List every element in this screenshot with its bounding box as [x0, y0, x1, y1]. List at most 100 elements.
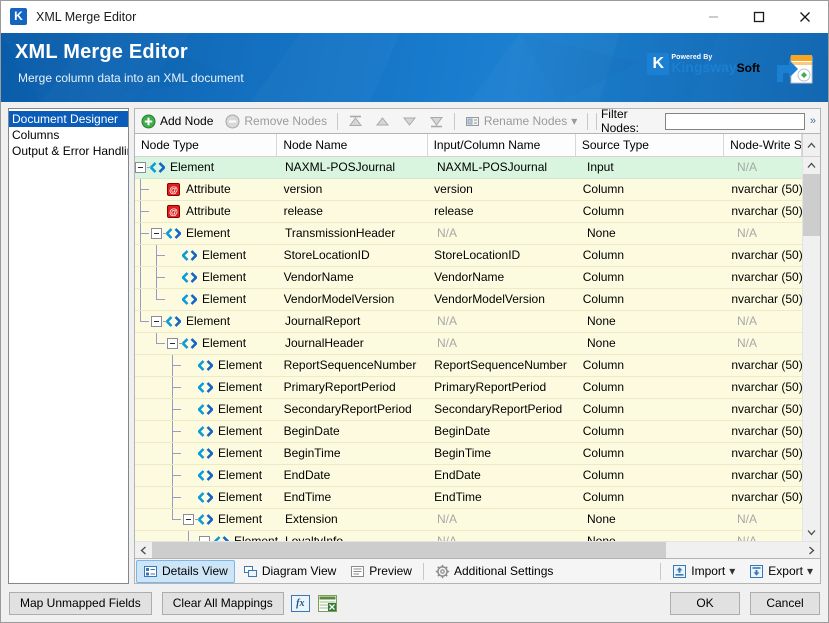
cell-node-name[interactable]: ReportSequenceNumber — [278, 355, 429, 376]
additional-settings-button[interactable]: Additional Settings — [429, 561, 559, 582]
column-header-input-column-name[interactable]: Input/Column Name — [427, 134, 576, 156]
toolbar-overflow-icon[interactable]: » — [810, 115, 816, 127]
table-row[interactable]: Element EndTime EndTime Column nvarchar (50) — [135, 487, 802, 509]
tab-preview[interactable]: Preview — [344, 561, 418, 582]
cell-node-name[interactable]: JournalHeader — [279, 333, 431, 354]
table-row[interactable]: Element ReportSequenceNumber ReportSequenc… — [135, 355, 802, 377]
sidebar-item-output-error-handling[interactable]: Output & Error Handling — [9, 143, 128, 159]
remove-nodes-button[interactable]: Remove Nodes — [219, 110, 333, 133]
scroll-right-button[interactable] — [803, 542, 820, 558]
tree-expander-collapse[interactable] — [135, 157, 151, 178]
cell-source-type[interactable]: Column — [577, 179, 726, 200]
map-unmapped-fields-button[interactable]: Map Unmapped Fields — [9, 591, 152, 615]
cell-source-type[interactable]: Column — [577, 201, 726, 222]
cell-node-name[interactable]: PrimaryReportPeriod — [278, 377, 429, 398]
move-to-bottom-button[interactable] — [423, 110, 450, 133]
table-row[interactable]: Element JournalReport N/A None N/A — [135, 311, 802, 333]
tree-expander-collapse[interactable] — [167, 333, 183, 354]
cell-input-column-name[interactable]: VendorName — [428, 267, 577, 288]
cell-source-type[interactable]: Column — [577, 355, 726, 376]
cell-node-write-setting[interactable]: N/A — [731, 223, 802, 244]
cell-input-column-name[interactable]: SecondaryReportPeriod — [428, 399, 577, 420]
cell-input-column-name[interactable]: NAXML-POSJournal — [431, 157, 581, 178]
cell-node-name[interactable]: SecondaryReportPeriod — [278, 399, 429, 420]
cell-input-column-name[interactable]: BeginTime — [428, 443, 577, 464]
column-header-source-type[interactable]: Source Type — [575, 134, 725, 156]
table-row[interactable]: Element NAXML-POSJournal NAXML-POSJournal I… — [135, 157, 802, 179]
cell-input-column-name[interactable]: VendorModelVersion — [428, 289, 577, 310]
cell-node-write-setting[interactable]: N/A — [731, 531, 802, 541]
cell-node-write-setting[interactable]: nvarchar (50) — [725, 245, 802, 266]
clear-all-mappings-button[interactable]: Clear All Mappings — [161, 591, 284, 615]
cell-node-name[interactable]: TransmissionHeader — [279, 223, 431, 244]
cell-node-write-setting[interactable]: nvarchar (50) — [725, 487, 802, 508]
table-row[interactable]: Element BeginDate BeginDate Column nvarchar … — [135, 421, 802, 443]
cell-node-name[interactable]: version — [278, 179, 429, 200]
cell-input-column-name[interactable]: EndTime — [428, 487, 577, 508]
scroll-left-button[interactable] — [135, 542, 152, 558]
cell-input-column-name[interactable]: N/A — [431, 311, 581, 332]
cell-input-column-name[interactable]: release — [428, 201, 577, 222]
cell-node-name[interactable]: EndDate — [278, 465, 429, 486]
cell-node-name[interactable]: LoyaltyInfo — [279, 531, 431, 541]
table-row[interactable]: Element JournalHeader N/A None N/A — [135, 333, 802, 355]
sidebar-item-document-designer[interactable]: Document Designer — [9, 111, 128, 127]
vertical-scroll-track[interactable] — [803, 174, 820, 524]
cell-node-name[interactable]: StoreLocationID — [278, 245, 429, 266]
cell-node-name[interactable]: Extension — [279, 509, 431, 530]
ok-button[interactable]: OK — [670, 591, 740, 615]
horizontal-scroll-track[interactable] — [152, 542, 803, 558]
cell-node-write-setting[interactable]: nvarchar (50) — [725, 443, 802, 464]
rename-nodes-caret-icon[interactable]: ▾ — [571, 114, 577, 128]
cell-input-column-name[interactable]: BeginDate — [428, 421, 577, 442]
cell-input-column-name[interactable]: StoreLocationID — [428, 245, 577, 266]
tree-expander-collapse[interactable] — [151, 223, 167, 244]
table-row[interactable]: Element VendorModelVersion VendorModelVers… — [135, 289, 802, 311]
vertical-scroll-thumb[interactable] — [803, 174, 820, 236]
tab-diagram-view[interactable]: Diagram View — [237, 561, 342, 582]
cell-node-write-setting[interactable]: nvarchar (50) — [725, 201, 802, 222]
move-down-button[interactable] — [396, 110, 423, 133]
sidebar-item-columns[interactable]: Columns — [9, 127, 128, 143]
close-button[interactable] — [782, 1, 828, 32]
collapse-icon[interactable] — [151, 315, 162, 327]
maximize-button[interactable] — [736, 1, 782, 32]
cell-input-column-name[interactable]: N/A — [431, 223, 581, 244]
cell-node-name[interactable]: VendorModelVersion — [278, 289, 429, 310]
cell-input-column-name[interactable]: N/A — [431, 531, 581, 541]
table-row[interactable]: @ Attribute release release Column nvarchar (… — [135, 201, 802, 223]
expression-editor-button[interactable]: fx — [290, 593, 311, 614]
column-header-node-name[interactable]: Node Name — [277, 134, 428, 156]
table-row[interactable]: @ Attribute version version Column nvarchar (… — [135, 179, 802, 201]
cell-source-type[interactable]: None — [581, 333, 731, 354]
table-row[interactable]: Element Extension N/A None N/A — [135, 509, 802, 531]
add-node-button[interactable]: Add Node — [135, 110, 219, 133]
cell-node-write-setting[interactable]: nvarchar (50) — [725, 465, 802, 486]
cell-node-name[interactable]: VendorName — [278, 267, 429, 288]
cell-input-column-name[interactable]: ReportSequenceNumber — [428, 355, 577, 376]
table-row[interactable]: Element LoyaltyInfo N/A None N/A — [135, 531, 802, 541]
cell-source-type[interactable]: Input — [581, 157, 731, 178]
scroll-down-button[interactable] — [803, 524, 820, 541]
tree-expander-collapse[interactable] — [183, 509, 199, 530]
excel-export-button[interactable] — [317, 593, 338, 614]
cell-node-write-setting[interactable]: nvarchar (50) — [725, 179, 802, 200]
import-button[interactable]: Import ▾ — [666, 561, 741, 582]
move-to-top-button[interactable] — [342, 110, 369, 133]
cell-source-type[interactable]: Column — [577, 421, 726, 442]
table-row[interactable]: Element BeginTime BeginTime Column nvarchar … — [135, 443, 802, 465]
table-row[interactable]: Element TransmissionHeader N/A None N/A — [135, 223, 802, 245]
collapse-icon[interactable] — [167, 337, 178, 349]
column-header-node-write-setting[interactable]: Node-Write S — [724, 134, 802, 156]
cell-source-type[interactable]: Column — [577, 267, 726, 288]
cell-input-column-name[interactable]: PrimaryReportPeriod — [428, 377, 577, 398]
cell-node-write-setting[interactable]: nvarchar (50) — [725, 289, 802, 310]
export-caret-icon[interactable]: ▾ — [807, 564, 813, 578]
cell-input-column-name[interactable]: N/A — [431, 509, 581, 530]
table-row[interactable]: Element StoreLocationID StoreLocationID Col… — [135, 245, 802, 267]
cell-node-write-setting[interactable]: nvarchar (50) — [725, 421, 802, 442]
tree-expander-collapse[interactable] — [151, 311, 167, 332]
horizontal-scroll-thumb[interactable] — [152, 542, 667, 558]
export-button[interactable]: Export ▾ — [743, 561, 819, 582]
cell-node-name[interactable]: release — [278, 201, 429, 222]
